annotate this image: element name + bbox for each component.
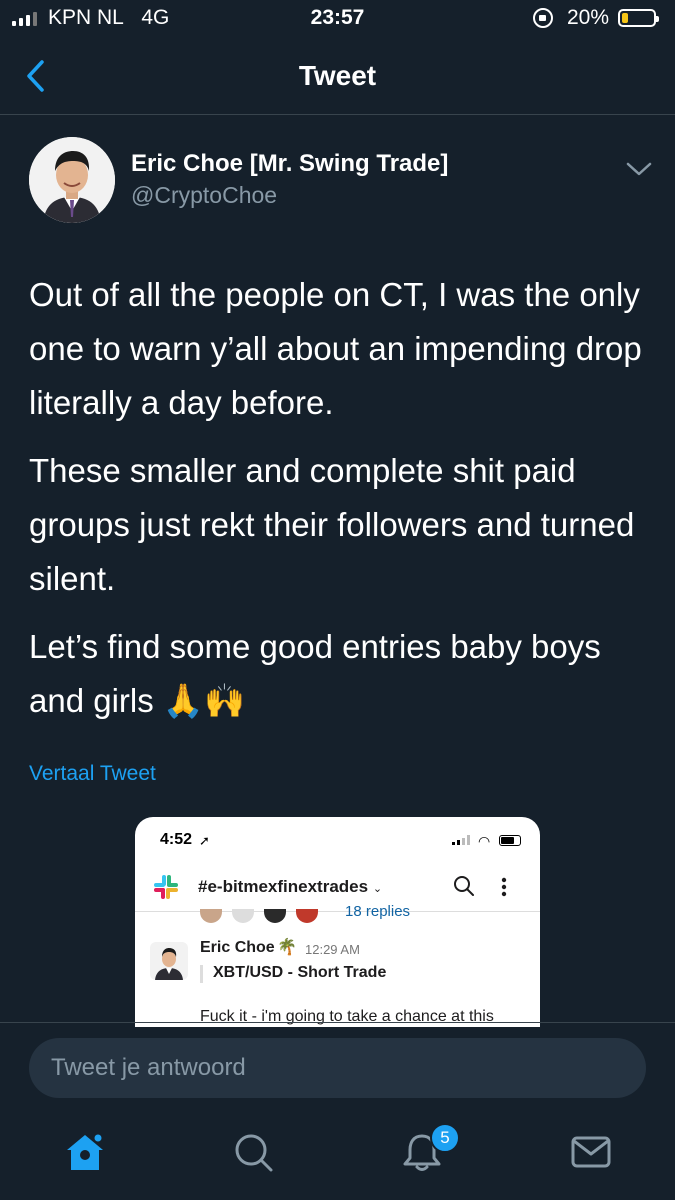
tweet-paragraph: Let’s find some good entries baby boys a… [29, 628, 601, 719]
translate-tweet-link[interactable]: Vertaal Tweet [29, 762, 156, 786]
chevron-down-icon[interactable] [624, 158, 654, 180]
author-avatar[interactable] [29, 137, 115, 223]
search-icon [454, 876, 474, 896]
avatar-photo [29, 137, 115, 223]
more-vertical-icon [501, 877, 507, 897]
tweet-paragraph: These smaller and complete shit paid gro… [29, 452, 635, 597]
message-time: 12:29 AM [305, 942, 360, 957]
wifi-icon: ◠ [478, 833, 491, 849]
reply-input[interactable]: Tweet je antwoord [29, 1038, 646, 1098]
message-author: Eric Choe [200, 939, 275, 956]
replies-count: 18 replies [345, 903, 411, 920]
battery-icon [618, 9, 659, 27]
search-icon[interactable] [231, 1130, 275, 1174]
battery-percent: 20% [567, 6, 610, 29]
navigation-bar: Tweet [0, 38, 675, 115]
trade-title: XBT/USD - Short Trade [213, 964, 387, 981]
home-icon[interactable] [63, 1130, 107, 1174]
tweet-media-image[interactable]: 4:52 ➚ ◠ #e-bitmexfinextrades ⌄ 18 repli… [135, 817, 540, 1027]
author-handle[interactable]: @CryptoChoe [131, 182, 277, 209]
notification-badge: 5 [430, 1123, 460, 1153]
channel-name: #e-bitmexfinextrades ⌄ [198, 877, 383, 896]
palm-tree-icon: 🌴 [277, 939, 297, 956]
message-avatar [150, 942, 188, 980]
quote-bar [200, 965, 203, 983]
embedded-status-time: 4:52 [160, 831, 193, 848]
tweet-text: Out of all the people on CT, I was the o… [29, 268, 649, 742]
embedded-battery-icon [499, 835, 521, 846]
reply-placeholder: Tweet je antwoord [51, 1054, 246, 1081]
status-bar: KPN NL 4G 23:57 20% [0, 0, 675, 38]
messages-icon[interactable] [569, 1130, 613, 1174]
slack-logo-icon [154, 875, 178, 899]
channel-label: #e-bitmexfinextrades [198, 877, 369, 896]
location-arrow-icon: ➚ [199, 833, 210, 848]
page-title: Tweet [298, 60, 377, 91]
embedded-signal-icon [452, 835, 470, 845]
message-text: Fuck it - i'm going to take a chance at … [200, 1008, 494, 1025]
author-name[interactable]: Eric Choe [Mr. Swing Trade] [131, 150, 448, 178]
rotation-lock-icon [533, 8, 553, 28]
tweet-paragraph: Out of all the people on CT, I was the o… [29, 276, 642, 421]
divider [0, 1022, 675, 1023]
reply-avatars [200, 909, 318, 923]
divider [135, 911, 540, 912]
